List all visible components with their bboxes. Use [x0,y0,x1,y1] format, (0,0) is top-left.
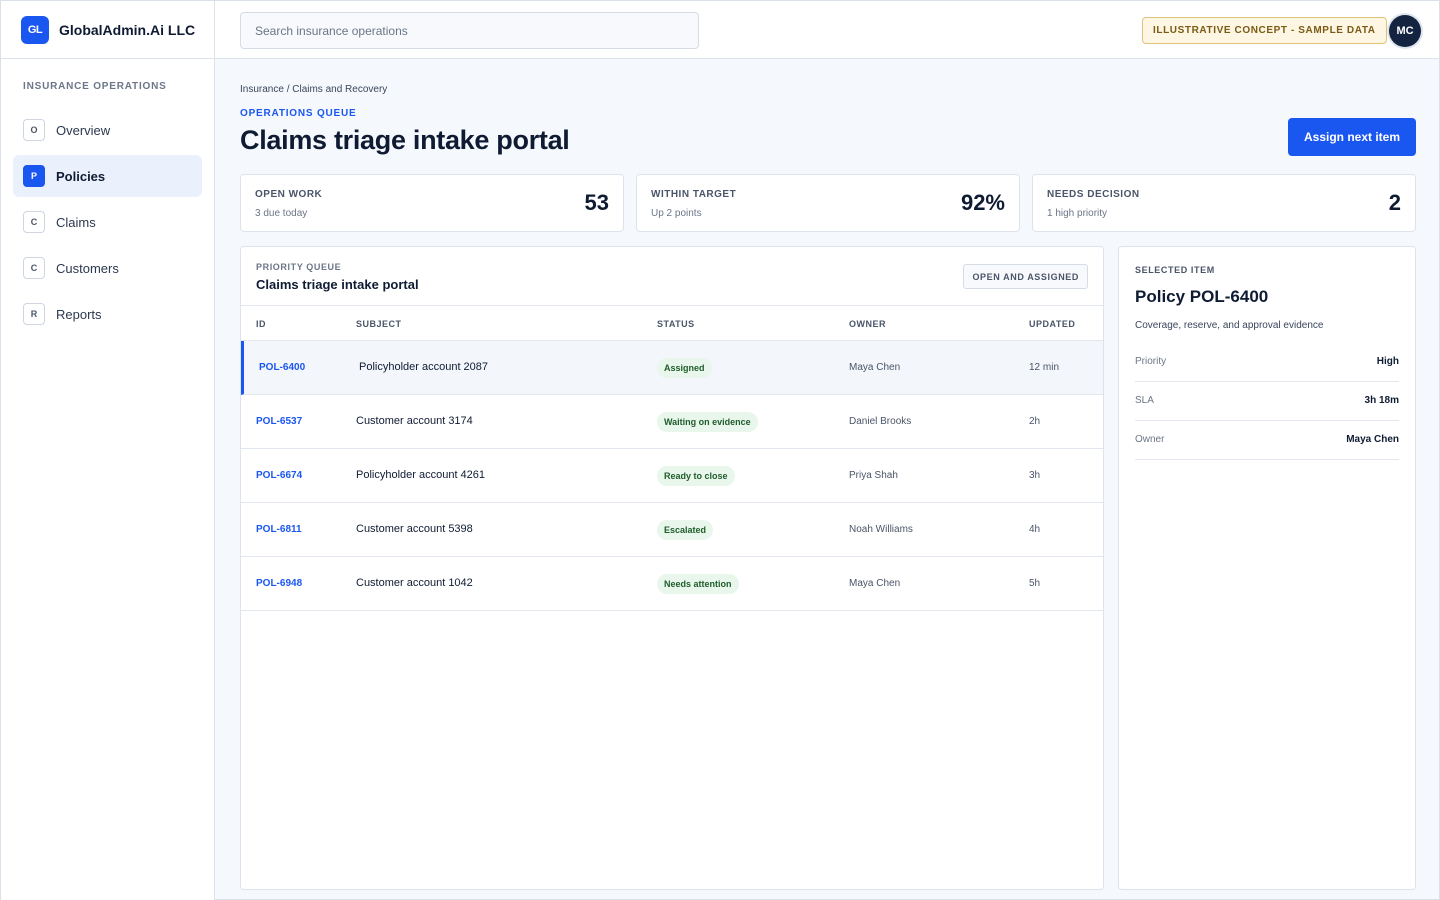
stat-sub: Up 2 points [651,208,702,219]
overview-icon: O [23,119,45,141]
status-badge: Needs attention [657,574,739,594]
sidebar-item-policies[interactable]: P Policies [13,155,202,197]
field-value: 3h 18m [1364,395,1399,406]
table-row[interactable]: POL-6948 Customer account 1042 Needs att… [241,557,1103,611]
sidebar-item-reports[interactable]: R Reports [13,293,202,335]
row-id-link[interactable]: POL-6400 [259,362,305,373]
stat-label: NEEDS DECISION [1047,189,1140,200]
status-badge: Waiting on evidence [657,412,758,432]
stat-card-within-target: WITHIN TARGET Up 2 points 92% [636,174,1020,232]
table-row[interactable]: POL-6674 Policyholder account 4261 Ready… [241,449,1103,503]
table-row[interactable]: POL-6537 Customer account 3174 Waiting o… [241,395,1103,449]
page-eyebrow: OPERATIONS QUEUE [240,108,357,119]
queue-eyebrow: PRIORITY QUEUE [256,262,342,272]
status-badge: Ready to close [657,466,735,486]
status-badge: Escalated [657,520,714,540]
row-subject: Policyholder account 2087 [359,361,489,373]
column-header-id[interactable]: ID [256,319,266,329]
column-header-updated[interactable]: UPDATED [1029,319,1075,329]
row-owner: Maya Chen [849,362,901,373]
row-subject: Customer account 3174 [356,415,473,427]
sidebar-item-label: Claims [56,214,96,230]
field-key: Priority [1135,356,1167,367]
table-row[interactable]: POL-6811 Customer account 5398 Escalated… [241,503,1103,557]
row-updated: 12 min [1029,362,1060,373]
concept-badge: ILLUSTRATIVE CONCEPT - SAMPLE DATA [1142,17,1387,44]
policies-icon: P [23,165,45,187]
row-updated: 2h [1029,416,1041,427]
nav-section-title: INSURANCE OPERATIONS [23,81,167,92]
detail-description: Coverage, reserve, and approval evidence [1135,320,1324,331]
sidebar-item-label: Policies [56,168,106,184]
search-input[interactable]: Search insurance operations [240,12,699,49]
queue-title: Claims triage intake portal [256,277,419,292]
row-updated: 4h [1029,524,1041,535]
column-header-subject[interactable]: SUBJECT [356,319,402,329]
stat-value: 92% [960,190,1005,215]
stat-label: WITHIN TARGET [651,189,737,200]
sidebar-item-label: Overview [56,122,111,138]
detail-field-owner: Owner Maya Chen [1135,421,1399,460]
table-row[interactable]: POL-6400 Policyholder account 2087 Assig… [241,341,1103,395]
assign-next-item-button[interactable]: Assign next item [1288,118,1416,156]
brand-logo: GL [21,15,49,44]
selected-item-panel: SELECTED ITEM Policy POL-6400 Coverage, … [1118,246,1416,890]
row-owner: Noah Williams [849,524,913,535]
sidebar-item-label: Reports [56,306,102,322]
detail-eyebrow: SELECTED ITEM [1135,265,1215,275]
brand[interactable]: GL GlobalAdmin.Ai LLC [1,1,214,59]
reports-icon: R [23,303,45,325]
row-subject: Customer account 1042 [356,577,473,589]
detail-field-priority: Priority High [1135,343,1399,382]
field-key: Owner [1135,434,1165,445]
claims-icon: C [23,211,45,233]
stat-value: 2 [1388,190,1401,215]
row-id-link[interactable]: POL-6948 [256,578,302,589]
field-key: SLA [1135,395,1154,406]
row-updated: 5h [1029,578,1041,589]
sidebar: GL GlobalAdmin.Ai LLC INSURANCE OPERATIO… [1,1,215,900]
stat-label: OPEN WORK [255,189,323,200]
detail-title: Policy POL-6400 [1135,287,1269,306]
row-owner: Priya Shah [849,470,898,481]
status-badge: Assigned [657,358,712,378]
customers-icon: C [23,257,45,279]
row-updated: 3h [1029,470,1041,481]
queue-filter-chip[interactable]: OPEN AND ASSIGNED [963,264,1088,289]
row-owner: Maya Chen [849,578,901,589]
sidebar-item-label: Customers [56,260,119,276]
row-owner: Daniel Brooks [849,416,912,427]
breadcrumb: Insurance / Claims and Recovery [240,84,388,95]
stat-sub: 3 due today [255,208,308,219]
row-subject: Policyholder account 4261 [356,469,486,481]
sidebar-item-customers[interactable]: C Customers [13,247,202,289]
topbar: Search insurance operations ILLUSTRATIVE… [215,1,1439,59]
sidebar-item-overview[interactable]: O Overview [13,109,202,151]
detail-field-sla: SLA 3h 18m [1135,382,1399,421]
stat-card-needs-decision: NEEDS DECISION 1 high priority 2 [1032,174,1416,232]
stat-card-open-work: OPEN WORK 3 due today 53 [240,174,624,232]
avatar[interactable]: MC [1389,15,1421,47]
row-id-link[interactable]: POL-6674 [256,470,302,481]
sidebar-item-claims[interactable]: C Claims [13,201,202,243]
page-title: Claims triage intake portal [240,125,570,155]
table-header: ID SUBJECT STATUS OWNER UPDATED [241,305,1103,341]
row-subject: Customer account 5398 [356,523,473,535]
field-value: Maya Chen [1346,434,1399,445]
brand-name: GlobalAdmin.Ai LLC [59,21,196,38]
stat-value: 53 [584,190,609,215]
column-header-owner[interactable]: OWNER [849,319,886,329]
field-value: High [1376,356,1399,367]
priority-queue-panel: PRIORITY QUEUE Claims triage intake port… [240,246,1104,890]
stat-sub: 1 high priority [1047,208,1108,219]
row-id-link[interactable]: POL-6537 [256,416,302,427]
column-header-status[interactable]: STATUS [657,319,695,329]
row-id-link[interactable]: POL-6811 [256,524,302,535]
